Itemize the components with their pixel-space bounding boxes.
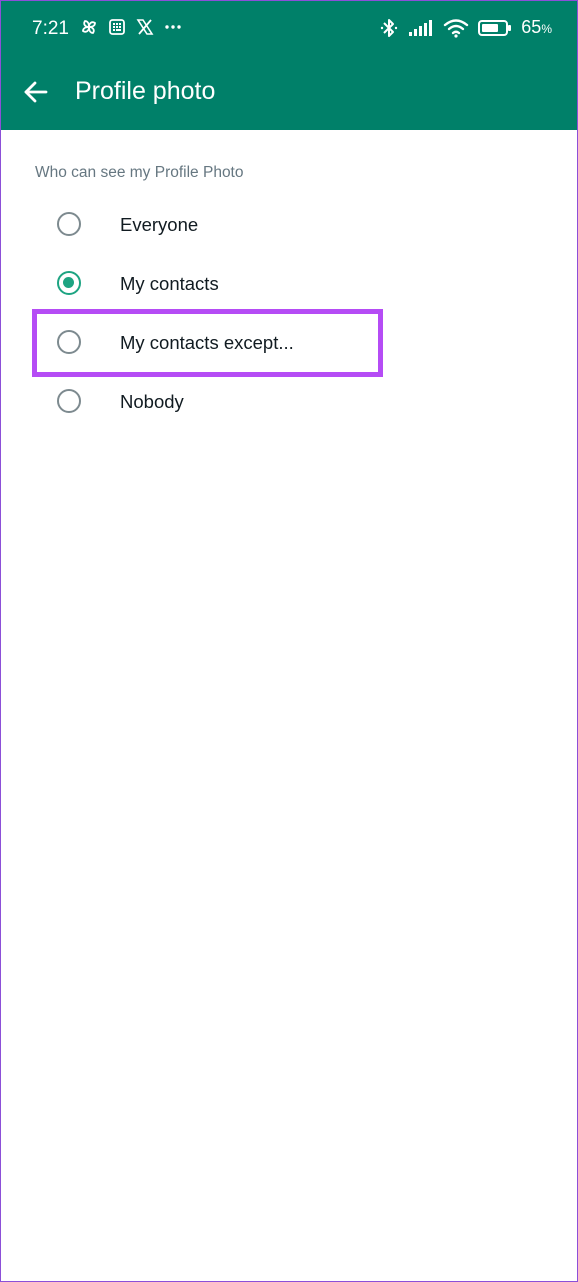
signal-icon [408, 18, 434, 38]
radio-nobody[interactable] [57, 389, 81, 413]
page-title: Profile photo [75, 77, 216, 105]
option-nobody[interactable]: Nobody [0, 375, 578, 434]
wifi-icon [443, 18, 469, 38]
option-everyone[interactable]: Everyone [0, 198, 578, 257]
status-left-icons [79, 17, 183, 37]
battery-icon [478, 18, 512, 38]
section-label: Who can see my Profile Photo [35, 164, 244, 181]
status-time: 7:21 [32, 18, 69, 39]
pinwheel-icon [79, 17, 99, 37]
bluetooth-icon [379, 18, 399, 38]
radio-everyone[interactable] [57, 212, 81, 236]
status-bar: 7:21 65% [0, 0, 578, 60]
option-label-nobody: Nobody [120, 391, 184, 412]
status-right-icons: 65% [379, 17, 552, 38]
x-icon [135, 17, 155, 37]
calculator-icon [107, 17, 127, 37]
option-my-contacts[interactable]: My contacts [0, 257, 578, 316]
screen-frame [0, 0, 578, 1282]
highlight-box [32, 309, 383, 377]
option-label-my-contacts: My contacts [120, 273, 219, 294]
radio-my-contacts[interactable] [57, 271, 81, 295]
arrow-left-icon[interactable] [20, 76, 52, 108]
back-button[interactable] [20, 76, 52, 108]
app-bar: Profile photo [0, 60, 578, 130]
battery-percent: 65% [521, 17, 552, 37]
option-label-everyone: Everyone [120, 214, 199, 235]
more-dots-icon [163, 17, 183, 37]
